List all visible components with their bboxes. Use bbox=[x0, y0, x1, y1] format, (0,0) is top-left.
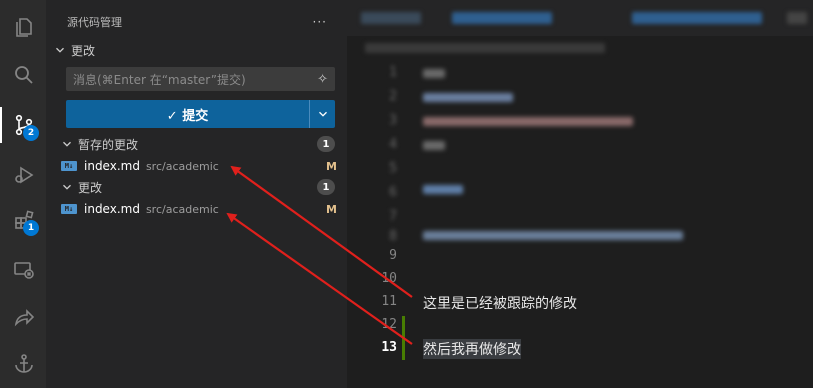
more-actions-icon[interactable]: ··· bbox=[313, 15, 327, 29]
staged-group-header[interactable]: 暂存的更改 bbox=[60, 134, 138, 154]
chevron-down-icon bbox=[318, 111, 327, 117]
files-icon bbox=[15, 18, 32, 37]
source-control-badge: 2 bbox=[23, 125, 39, 141]
file-name: index.md bbox=[84, 202, 140, 216]
commit-message-input[interactable]: 消息(⌘Enter 在“master”提交) ✧ bbox=[66, 67, 335, 91]
search-icon bbox=[14, 66, 33, 84]
line-number: 13 bbox=[381, 340, 397, 355]
chevron-down-icon bbox=[63, 184, 71, 190]
editor-tab[interactable] bbox=[787, 12, 807, 24]
line-number: 9 bbox=[389, 248, 397, 263]
share-icon bbox=[14, 309, 34, 327]
editor-tab[interactable] bbox=[452, 12, 552, 24]
commit-message-placeholder: 消息(⌘Enter 在“master”提交) bbox=[73, 72, 246, 87]
editor-tab[interactable] bbox=[632, 12, 762, 24]
markdown-icon: M↓ bbox=[61, 204, 77, 214]
panel-header: 源代码管理 ··· bbox=[67, 13, 327, 31]
line-number: 10 bbox=[381, 271, 397, 286]
line-number: 6 bbox=[389, 185, 397, 200]
changes-count-badge: 1 bbox=[317, 179, 335, 195]
line-number: 4 bbox=[389, 137, 397, 152]
remote-explorer-button[interactable] bbox=[0, 248, 47, 292]
added-lines-gutter-mark bbox=[402, 316, 405, 360]
line-number: 5 bbox=[389, 161, 397, 176]
sparkle-icon[interactable]: ✧ bbox=[317, 72, 328, 87]
chevron-down-icon bbox=[63, 141, 71, 147]
commit-button-label: ✓ 提交 bbox=[166, 108, 209, 124]
line-number: 2 bbox=[389, 89, 397, 104]
line-number: 8 bbox=[389, 229, 397, 244]
anchor-icon bbox=[14, 354, 33, 373]
line-number: 1 bbox=[389, 65, 397, 80]
changes-group-title: 更改 bbox=[78, 180, 103, 195]
blurred-code bbox=[423, 117, 633, 126]
search-button[interactable] bbox=[0, 53, 47, 97]
staged-group-title: 暂存的更改 bbox=[78, 137, 139, 152]
source-control-button[interactable]: 2 bbox=[0, 103, 47, 147]
source-control-panel: 源代码管理 ··· 更改 消息(⌘Enter 在“master”提交) ✧ ✓ … bbox=[47, 0, 347, 388]
changes-group-header[interactable]: 更改 bbox=[60, 177, 102, 197]
breadcrumb[interactable] bbox=[365, 43, 605, 53]
blurred-code bbox=[423, 141, 445, 150]
staged-count-badge: 1 bbox=[317, 136, 335, 152]
commit-dropdown-button[interactable] bbox=[309, 100, 335, 128]
extensions-badge: 1 bbox=[23, 220, 39, 236]
file-status: M bbox=[326, 159, 337, 173]
remote-explorer-icon bbox=[13, 262, 34, 279]
code-line[interactable]: 然后我再做修改 bbox=[423, 339, 521, 359]
extensions-button[interactable]: 1 bbox=[0, 198, 47, 242]
blurred-code bbox=[423, 93, 513, 102]
changes-section-header[interactable]: 更改 bbox=[53, 40, 95, 60]
editor-area: 1 2 3 4 5 6 7 8 9 10 11 12 13 这里是已经被跟踪的修… bbox=[347, 0, 813, 388]
run-debug-button[interactable] bbox=[0, 153, 47, 197]
run-debug-icon bbox=[14, 166, 33, 184]
file-status: M bbox=[326, 202, 337, 216]
anchor-button[interactable] bbox=[0, 342, 47, 386]
activity-bar: 2 1 bbox=[0, 0, 47, 388]
markdown-icon: M↓ bbox=[61, 161, 77, 171]
chevron-down-icon bbox=[56, 47, 64, 53]
blurred-code bbox=[423, 69, 445, 78]
section-title: 更改 bbox=[71, 43, 96, 58]
changed-file-row[interactable]: M↓ index.md src/academic M bbox=[61, 199, 337, 219]
file-name: index.md bbox=[84, 159, 140, 173]
line-number: 7 bbox=[389, 209, 397, 224]
explorer-button[interactable] bbox=[0, 5, 47, 49]
staged-file-row[interactable]: M↓ index.md src/academic M bbox=[61, 156, 337, 176]
file-path: src/academic bbox=[145, 202, 219, 216]
commit-button[interactable]: ✓ 提交 bbox=[66, 100, 335, 128]
blurred-code bbox=[423, 231, 683, 240]
line-number: 3 bbox=[389, 113, 397, 128]
line-number: 11 bbox=[381, 294, 397, 309]
tab-bar bbox=[347, 0, 813, 36]
file-path: src/academic bbox=[145, 159, 219, 173]
line-number: 12 bbox=[381, 317, 397, 332]
panel-title: 源代码管理 bbox=[67, 16, 122, 29]
share-button[interactable] bbox=[0, 296, 47, 340]
code-line[interactable]: 这里是已经被跟踪的修改 bbox=[423, 293, 577, 313]
editor-tab[interactable] bbox=[361, 12, 421, 24]
blurred-code bbox=[423, 185, 463, 194]
